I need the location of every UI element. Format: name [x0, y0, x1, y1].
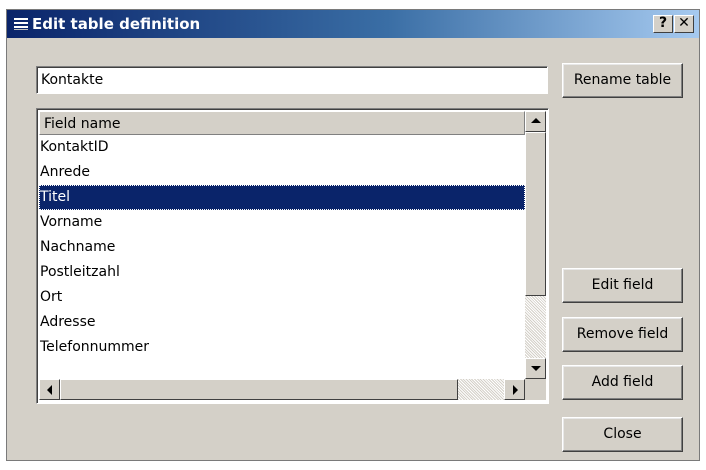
arrow-down-icon: [531, 366, 541, 371]
title-bar[interactable]: Edit table definition ? ✕: [7, 10, 699, 38]
field-name-column-header[interactable]: Field name: [39, 111, 525, 135]
close-button[interactable]: Close: [562, 417, 683, 452]
scroll-right-button[interactable]: [504, 379, 525, 400]
arrow-up-icon: [531, 118, 541, 123]
scroll-up-button[interactable]: [525, 111, 546, 132]
remove-field-button[interactable]: Remove field: [562, 317, 683, 352]
horizontal-scrollbar[interactable]: [39, 379, 525, 400]
list-item[interactable]: Telefonnummer: [39, 335, 525, 360]
list-item[interactable]: Nachname: [39, 235, 525, 260]
list-item[interactable]: KontaktID: [39, 135, 525, 160]
edit-field-button[interactable]: Edit field: [562, 268, 683, 303]
list-item[interactable]: Ort: [39, 285, 525, 310]
horizontal-scroll-thumb[interactable]: [60, 379, 458, 400]
list-item[interactable]: Anrede: [39, 160, 525, 185]
field-list[interactable]: Field name KontaktID Anrede Titel Vorname Na…: [36, 108, 549, 404]
window-title: Edit table definition: [32, 15, 201, 33]
list-item[interactable]: Titel: [39, 185, 525, 210]
scroll-left-button[interactable]: [39, 379, 60, 400]
add-field-button[interactable]: Add field: [562, 365, 683, 400]
help-button[interactable]: ?: [653, 15, 673, 33]
list-item[interactable]: Postleitzahl: [39, 260, 525, 285]
vertical-scroll-track[interactable]: [525, 296, 546, 358]
vertical-scroll-thumb[interactable]: [525, 132, 546, 296]
scroll-down-button[interactable]: [525, 358, 546, 379]
arrow-right-icon: [513, 385, 518, 395]
vertical-scrollbar[interactable]: [525, 111, 546, 379]
arrow-left-icon: [47, 385, 52, 395]
table-icon: [14, 18, 28, 30]
list-item[interactable]: Adresse: [39, 310, 525, 335]
edit-table-dialog: Edit table definition ? ✕ Rename table F…: [6, 9, 700, 461]
close-window-button[interactable]: ✕: [674, 15, 694, 33]
list-item[interactable]: Vorname: [39, 210, 525, 235]
rename-table-button[interactable]: Rename table: [562, 63, 683, 98]
scrollbar-corner: [525, 379, 546, 400]
horizontal-scroll-track[interactable]: [458, 379, 504, 400]
table-name-input[interactable]: [36, 66, 548, 94]
